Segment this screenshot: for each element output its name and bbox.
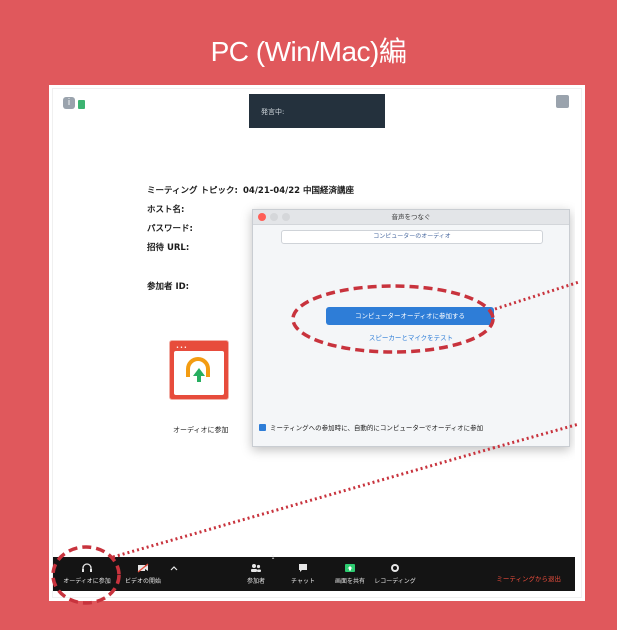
dialog-titlebar: 音声をつなぐ [253, 210, 569, 225]
video-options-button[interactable] [167, 557, 181, 591]
share-screen-icon [345, 564, 355, 572]
lock-icon[interactable] [78, 100, 85, 109]
meeting-toolbar: オーディオに参加 ビデオの開始 参加者 1 チャット 画面を共有 レコーディング… [53, 555, 575, 591]
topic-row: ミーティング トピック: [147, 184, 238, 196]
auto-join-label: ミーティングへの参加時に、自動的にコンピューターでオーディオに参加 [270, 424, 484, 432]
participants-label: 参加者 [246, 578, 265, 585]
participants-button[interactable]: 参加者 [239, 557, 273, 591]
auto-join-option[interactable]: ミーティングへの参加時に、自動的にコンピューターでオーディオに参加 [259, 422, 483, 432]
tab-computer-audio[interactable]: コンピューターのオーディオ [281, 230, 543, 244]
participant-id-label: 参加者 ID: [147, 282, 190, 292]
video-off-icon [137, 563, 149, 573]
top-left-icons: i [63, 97, 85, 109]
chevron-up-icon [170, 566, 178, 571]
password-label: パスワード: [147, 224, 193, 234]
join-audio-button[interactable]: オーディオに参加 [61, 557, 113, 591]
record-icon [391, 564, 399, 572]
join-audio-label: オーディオに参加 [63, 578, 111, 585]
start-video-label: ビデオの開始 [124, 578, 161, 585]
dialog-title: 音声をつなぐ [391, 213, 431, 221]
share-screen-label: 画面を共有 [334, 578, 365, 585]
join-audio-card-label: オーディオに参加 [173, 426, 229, 434]
chat-label: チャット [291, 578, 315, 585]
share-screen-button[interactable]: 画面を共有 [331, 557, 369, 591]
arrow-up-icon [193, 368, 205, 376]
audio-dialog: 音声をつなぐ コンピューターのオーディオ コンピューターオーディオに参加する ス… [252, 209, 570, 447]
headphones-icon [82, 563, 92, 572]
talking-indicator: 発言中: [249, 94, 385, 128]
arrow-stem [197, 376, 201, 382]
fullscreen-icon[interactable] [556, 95, 569, 108]
join-audio-card-inner [174, 351, 224, 395]
leave-meeting-button[interactable]: ミーティングから退出 [496, 573, 561, 583]
zoom-meeting-window: i 発言中: ミーティング トピック: 04/21-04/22 中国経済講座 ホ… [53, 89, 575, 591]
host-label: ホスト名: [147, 205, 185, 215]
chat-button[interactable]: チャット [285, 557, 321, 591]
talking-indicator-label: 発言中: [261, 108, 285, 116]
participants-count: 1 [271, 555, 275, 561]
chat-icon [299, 564, 307, 572]
page-title: PC (Win/Mac)編 [210, 36, 407, 67]
invite-url-label: 招待 URL: [147, 243, 190, 253]
topic-label: ミーティング トピック: [147, 186, 238, 196]
recording-button[interactable]: レコーディング [371, 557, 419, 591]
topic-value: 04/21-04/22 中国経済講座 [243, 186, 355, 196]
start-video-button[interactable]: ビデオの開始 [121, 557, 165, 591]
join-audio-card[interactable]: ••• [169, 340, 229, 400]
test-speaker-mic-link[interactable]: スピーカーとマイクをテスト [313, 332, 509, 342]
participants-icon [251, 564, 261, 572]
recording-label: レコーディング [374, 578, 416, 585]
info-icon[interactable]: i [63, 97, 75, 109]
join-computer-audio-button[interactable]: コンピューターオーディオに参加する [326, 307, 494, 325]
auto-join-checkbox[interactable] [259, 423, 266, 431]
